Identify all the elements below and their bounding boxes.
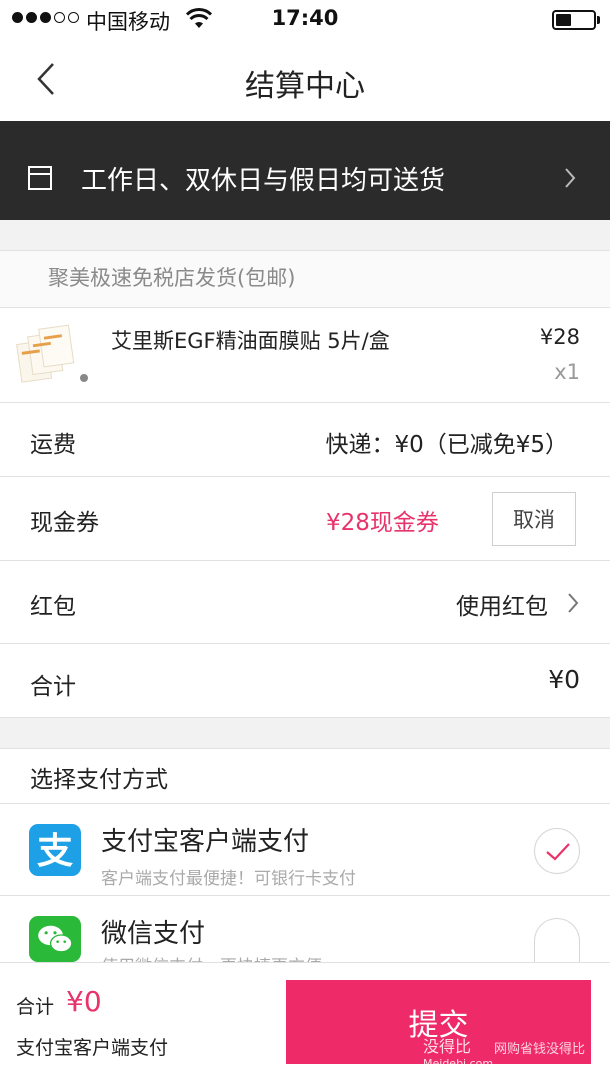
total-value: ¥0 (66, 985, 102, 1018)
coupon-value: ¥28现金券 (326, 510, 439, 536)
page-title: 结算中心 (245, 69, 365, 104)
selected-payment-method: 支付宝客户端支付 (16, 1037, 169, 1059)
subtotal-value: ¥0 (548, 665, 580, 694)
coupon-label: 现金券 (30, 510, 99, 536)
cancel-coupon-button[interactable]: 取消 (492, 492, 576, 546)
divider (0, 402, 610, 403)
payment-option-wechat[interactable] (0, 896, 610, 962)
checkmark-icon (546, 843, 570, 861)
shipping-value: 快递：¥0（已减免¥5） (325, 432, 568, 458)
watermark-brand: 没得比 Meidebi.com (423, 1037, 494, 1070)
divider (0, 307, 610, 308)
divider (0, 476, 610, 477)
red-packet-label: 红包 (30, 594, 76, 620)
product-price: ¥28 (539, 325, 580, 349)
calendar-icon (28, 166, 52, 190)
watermark-slogan: 网购省钱没得比 (494, 1042, 586, 1057)
shipping-label: 运费 (30, 432, 76, 458)
divider (0, 643, 610, 644)
wechat-icon (29, 916, 81, 962)
payment-name: 微信支付 (101, 919, 206, 949)
svg-text:支: 支 (37, 831, 73, 872)
section-gap (0, 718, 610, 748)
battery-tip (597, 16, 600, 24)
radio-unselected[interactable] (534, 918, 580, 962)
chevron-right-icon (565, 168, 576, 188)
payment-desc: 使用微信支付，更快捷更方便 (101, 955, 322, 962)
total-label: 合计 (16, 996, 55, 1018)
status-time: 17:40 (271, 6, 339, 30)
payment-name: 支付宝客户端支付 (101, 827, 310, 857)
payment-desc: 客户端支付最便捷！可银行卡支付 (101, 869, 356, 889)
section-gap (0, 220, 610, 250)
battery-icon (552, 10, 596, 30)
store-name: 聚美极速免税店发货(包邮) (48, 266, 296, 290)
radio-selected[interactable] (534, 828, 580, 874)
red-packet-value: 使用红包 (456, 594, 548, 620)
product-name: 艾里斯EGF精油面膜贴 5片/盒 (111, 329, 390, 353)
delivery-text: 工作日、双休日与假日均可送货 (81, 166, 446, 196)
product-quantity: x1 (554, 360, 580, 384)
product-thumbnail[interactable] (10, 320, 90, 384)
divider (0, 748, 610, 749)
alipay-icon: 支 (29, 824, 81, 876)
subtotal-label: 合计 (30, 674, 76, 700)
nav-divider (0, 121, 610, 137)
payment-section-title: 选择支付方式 (30, 767, 168, 793)
chevron-right-icon (568, 593, 579, 613)
